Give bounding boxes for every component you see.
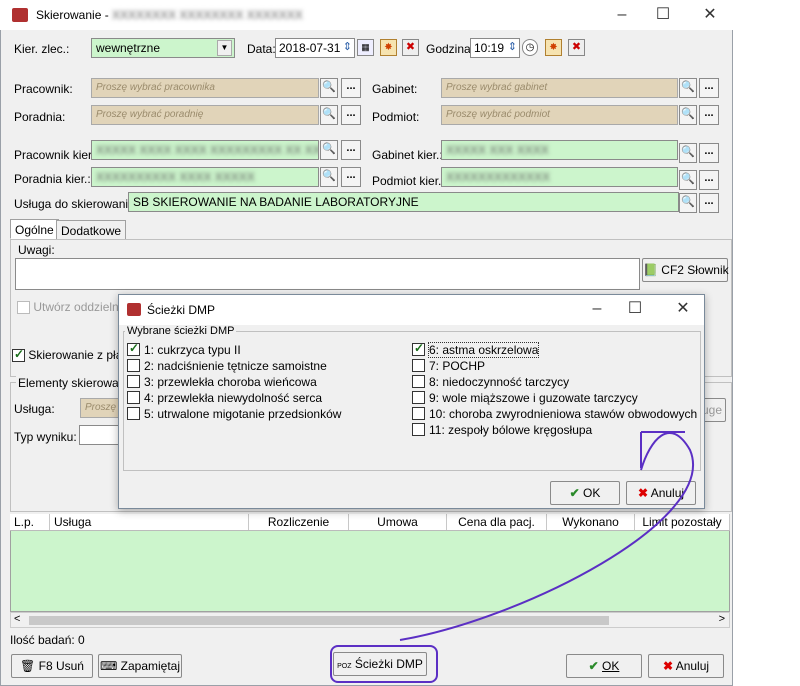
annotation-arrow [399, 431, 694, 641]
